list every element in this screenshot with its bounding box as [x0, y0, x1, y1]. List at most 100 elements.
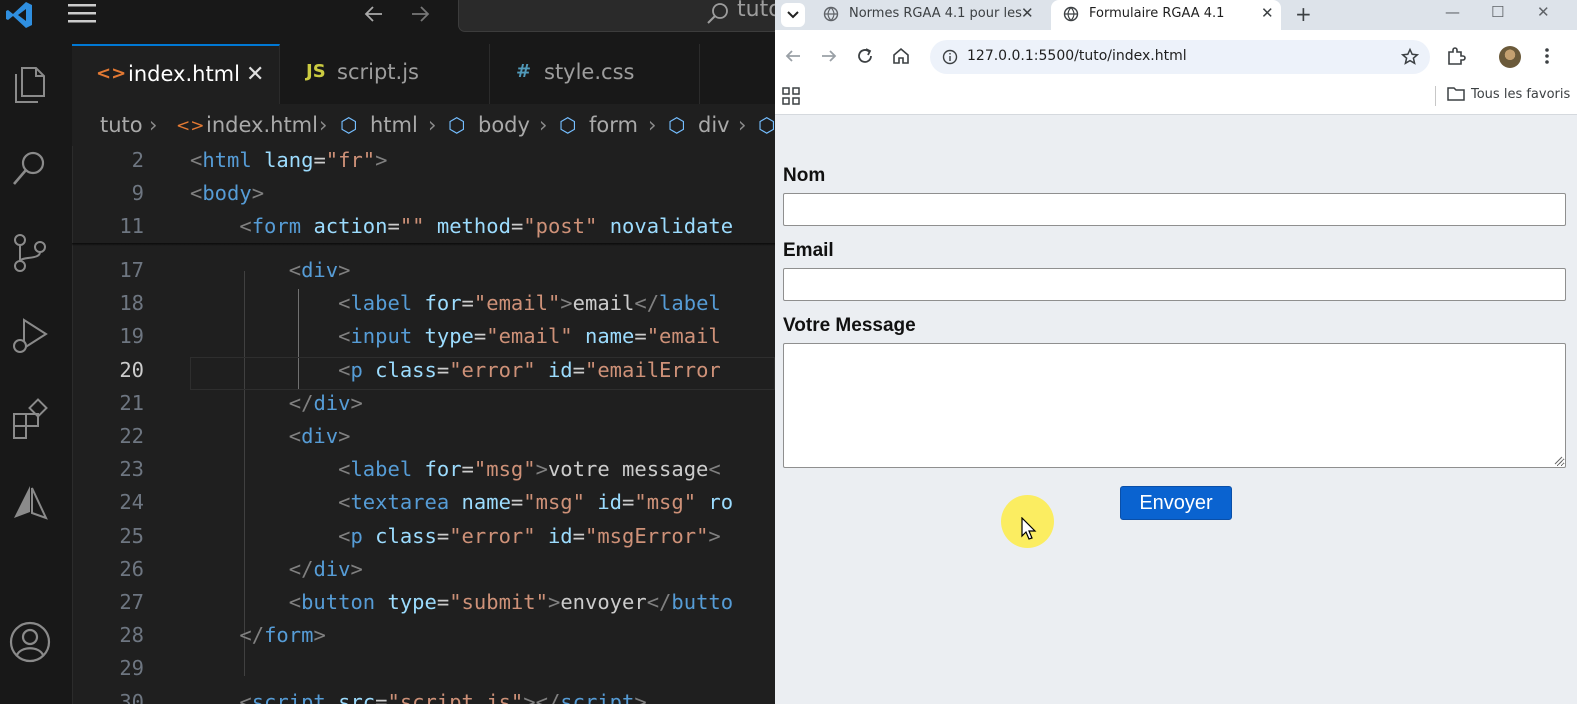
breadcrumb-item[interactable]: body — [478, 113, 530, 137]
code-line[interactable]: 22 <div> — [72, 419, 775, 452]
code-line[interactable]: 24 <textarea name="msg" id="msg" ro — [72, 485, 775, 518]
code-line[interactable]: 2 <html lang="fr"> — [72, 143, 775, 176]
bookmark-star-icon[interactable] — [1400, 47, 1420, 67]
bookmarks-divider — [1435, 86, 1436, 106]
all-bookmarks-label[interactable]: Tous les favoris — [1471, 87, 1570, 102]
close-icon[interactable]: ✕ — [1021, 4, 1034, 22]
address-bar[interactable]: 127.0.0.1:5500/tuto/index.html — [930, 40, 1430, 74]
line-number: 29 — [119, 656, 144, 681]
search-icon[interactable] — [8, 146, 52, 190]
line-number: 11 — [119, 214, 144, 239]
activity-bar — [0, 44, 73, 704]
maximize-button[interactable]: ☐ — [1491, 3, 1504, 21]
url-text: 127.0.0.1:5500/tuto/index.html — [967, 48, 1187, 64]
command-center-text: tuto — [737, 0, 775, 22]
tab-style-css[interactable]: # style.css — [490, 44, 700, 104]
back-arrow-icon[interactable] — [362, 2, 386, 26]
code-text: <script src="script.js"></script> — [239, 689, 647, 704]
code-line[interactable]: 23 <label for="msg">votre message< — [72, 452, 775, 485]
sticky-scroll-shadow — [72, 243, 775, 246]
account-icon[interactable] — [8, 620, 52, 664]
tab-index-html[interactable]: <> index.html ✕ — [72, 44, 280, 104]
extensions-puzzle-icon[interactable] — [1446, 46, 1466, 66]
resize-grip-icon[interactable] — [1553, 455, 1563, 465]
code-line[interactable]: 19 <input type="email" name="email — [72, 319, 775, 352]
breadcrumb-item[interactable]: form — [589, 113, 638, 137]
breadcrumb-item[interactable]: div — [698, 113, 730, 137]
chevron-right-icon: › — [539, 113, 548, 137]
azure-icon[interactable] — [8, 482, 52, 526]
code-line[interactable]: 20 <p class="error" id="emailError — [72, 353, 775, 386]
site-info-icon[interactable] — [942, 49, 958, 65]
minimize-button[interactable]: — — [1445, 3, 1460, 21]
browser-tab-normes-rgaa[interactable]: Normes RGAA 4.1 pour les form ✕ — [811, 0, 1051, 30]
chevron-right-icon: › — [319, 113, 328, 137]
chevron-down-icon — [787, 11, 799, 19]
more-menu-icon[interactable] — [1537, 46, 1557, 66]
email-label: Email — [783, 240, 834, 261]
browser-tab-formulaire[interactable]: Formulaire RGAA 4.1 ✕ — [1051, 0, 1281, 30]
profile-avatar[interactable] — [1499, 46, 1521, 68]
close-icon[interactable]: ✕ — [246, 62, 264, 87]
command-center-search[interactable]: tuto — [458, 0, 775, 32]
line-number: 9 — [131, 181, 144, 206]
code-text: <p class="error" id="emailError — [338, 357, 721, 382]
chevron-right-icon: › — [648, 113, 657, 137]
code-text: <html lang="fr"> — [190, 148, 388, 172]
line-number: 28 — [119, 623, 144, 648]
reload-icon[interactable] — [855, 46, 875, 66]
code-text: <div> — [288, 424, 351, 448]
code-line[interactable]: 29 — [72, 651, 775, 684]
line-number: 20 — [119, 357, 144, 382]
forward-arrow-icon[interactable] — [819, 46, 839, 66]
code-text: <form action="" method="post" novalidate — [239, 214, 734, 239]
hamburger-menu-icon[interactable] — [66, 4, 98, 24]
vscode-logo-icon[interactable] — [4, 0, 34, 30]
tab-label: index.html — [128, 62, 240, 86]
line-number: 25 — [119, 523, 144, 548]
browser-tab-label: Normes RGAA 4.1 pour les form — [849, 6, 1025, 21]
email-input[interactable] — [783, 268, 1566, 301]
code-line[interactable]: 28 </form> — [72, 618, 775, 651]
code-line[interactable]: 30 <script src="script.js"></script> — [72, 685, 775, 704]
line-number: 22 — [119, 424, 144, 448]
new-tab-button[interactable]: + — [1295, 2, 1312, 26]
close-window-button[interactable]: ✕ — [1537, 3, 1550, 21]
line-number: 27 — [119, 590, 144, 614]
source-control-icon[interactable] — [8, 230, 52, 274]
name-input[interactable] — [783, 193, 1566, 226]
breadcrumb: tuto › <> index.html › ⬡ html › ⬡ body ›… — [72, 104, 775, 146]
line-number: 26 — [119, 556, 144, 581]
close-icon[interactable]: ✕ — [1261, 4, 1274, 22]
code-line[interactable]: 21 </div> — [72, 386, 775, 419]
code-text: </form> — [239, 623, 326, 648]
code-line[interactable]: 9 <body> — [72, 176, 775, 209]
globe-icon — [1063, 6, 1079, 22]
breadcrumb-item[interactable]: index.html — [206, 113, 318, 137]
home-icon[interactable] — [891, 46, 911, 66]
breadcrumb-item[interactable]: tuto — [100, 113, 143, 137]
editor-tabs: <> index.html ✕ JS script.js # style.css — [72, 44, 775, 104]
extensions-icon[interactable] — [8, 398, 52, 442]
submit-button[interactable]: Envoyer — [1120, 486, 1232, 520]
tab-search-button[interactable] — [781, 3, 805, 27]
explorer-files-icon[interactable] — [8, 62, 52, 106]
tab-script-js[interactable]: JS script.js — [280, 44, 490, 104]
code-line[interactable]: 26 </div> — [72, 552, 775, 585]
code-editor[interactable]: 2 <html lang="fr"> 9 <body> 11 <form action=… — [72, 143, 775, 704]
run-debug-icon[interactable] — [8, 314, 52, 358]
code-line[interactable]: 17 <div> — [72, 253, 775, 286]
breadcrumb-item[interactable]: html — [370, 113, 418, 137]
element-cube-icon: ⬡ — [340, 113, 358, 137]
html-file-icon: <> — [96, 63, 127, 84]
forward-arrow-icon[interactable] — [408, 2, 432, 26]
message-textarea[interactable] — [783, 343, 1566, 468]
code-line[interactable]: 18 <label for="email">email</label — [72, 286, 775, 319]
code-line[interactable]: 25 <p class="error" id="msgError"> — [72, 519, 775, 552]
back-arrow-icon[interactable] — [783, 46, 803, 66]
browser-window: Normes RGAA 4.1 pour les form ✕ Formulai… — [775, 0, 1577, 704]
apps-grid-icon[interactable] — [781, 86, 801, 106]
code-line[interactable]: 27 <button type="submit">envoyer</butto — [72, 585, 775, 618]
code-line[interactable]: 11 <form action="" method="post" novalid… — [72, 209, 775, 242]
folder-icon[interactable] — [1447, 86, 1465, 102]
